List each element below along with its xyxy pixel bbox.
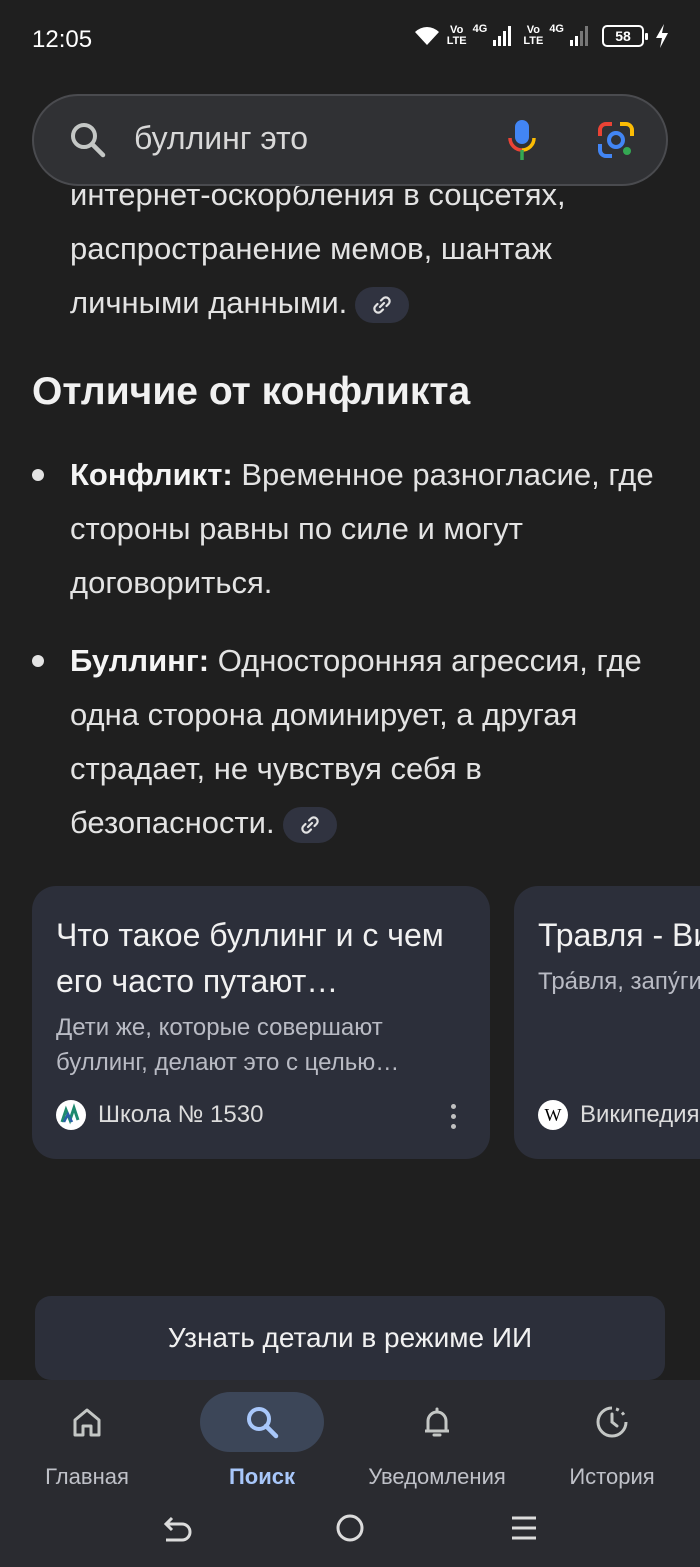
microphone-icon[interactable] (506, 118, 538, 162)
bullet-term: Конфликт: (70, 457, 233, 492)
bullet-dot (32, 655, 44, 667)
source-link-chip[interactable] (282, 806, 337, 843)
bullet-dot (32, 469, 44, 481)
back-icon[interactable] (160, 1512, 192, 1544)
search-icon (247, 1407, 279, 1439)
card-snippet: Тра́вля, запу́гивание, задира́ние, б (538, 968, 700, 995)
nav-item-history[interactable]: История (527, 1392, 697, 1490)
bell-icon (425, 1407, 449, 1437)
bullet-item-conflict: Конфликт: Временное разногласие, где сто… (32, 448, 680, 610)
link-icon (373, 296, 392, 314)
history-icon (596, 1406, 628, 1438)
answer-text-block: личными данными. (70, 276, 670, 330)
nav-label: История (569, 1464, 655, 1489)
card-source: W Википедия (538, 1100, 700, 1130)
results-content: интернет-оскорбления в соцсетях, распрос… (0, 0, 700, 1380)
card-snippet: Дети же, которые совершают буллинг, дела… (56, 1014, 400, 1076)
search-icon[interactable] (68, 120, 108, 160)
card-source: Школа № 1530 (56, 1100, 263, 1130)
home-button-icon[interactable] (334, 1512, 366, 1544)
source-card[interactable]: Травля - Википедия Тра́вля, запу́гивание… (514, 886, 700, 1159)
home-icon (73, 1408, 101, 1437)
card-title[interactable]: Травля - Википедия (538, 912, 700, 958)
nav-label: Главная (45, 1464, 129, 1489)
school-favicon-icon (56, 1100, 86, 1130)
bullet-item-bullying: Буллинг: Односторонняя агрессия, где одн… (32, 634, 680, 850)
search-input[interactable] (134, 120, 474, 157)
source-link-chip[interactable] (355, 286, 410, 323)
nav-item-home[interactable]: Главная (2, 1392, 172, 1490)
nav-label: Уведомления (368, 1464, 506, 1489)
nav-item-notifications[interactable]: Уведомления (352, 1392, 522, 1490)
recent-apps-icon[interactable] (508, 1512, 540, 1544)
more-options-icon[interactable] (451, 1104, 456, 1129)
answer-text-line: распространение мемов, шантаж (70, 231, 552, 266)
section-title: Отличие от конфликта (32, 370, 471, 413)
answer-text-line: личными данными. (70, 285, 348, 320)
nav-label: Поиск (228, 1464, 296, 1489)
bullet-term: Буллинг: (70, 643, 210, 678)
wikipedia-favicon-icon: W (538, 1100, 568, 1130)
card-source-name: Википедия (580, 1101, 700, 1128)
google-lens-icon[interactable] (596, 120, 636, 160)
link-icon (300, 816, 319, 834)
system-navigation-bar (0, 1500, 700, 1560)
ai-mode-button[interactable]: Узнать детали в режиме ИИ (35, 1296, 665, 1380)
card-title[interactable]: Что такое буллинг и с чем его часто пута… (56, 912, 466, 1004)
source-card[interactable]: Что такое буллинг и с чем его часто пута… (32, 886, 490, 1159)
nav-item-search[interactable]: Поиск (177, 1392, 347, 1490)
search-bar[interactable] (32, 94, 668, 186)
ai-mode-button-label: Узнать детали в режиме ИИ (167, 1322, 533, 1353)
card-source-name: Школа № 1530 (98, 1101, 264, 1128)
